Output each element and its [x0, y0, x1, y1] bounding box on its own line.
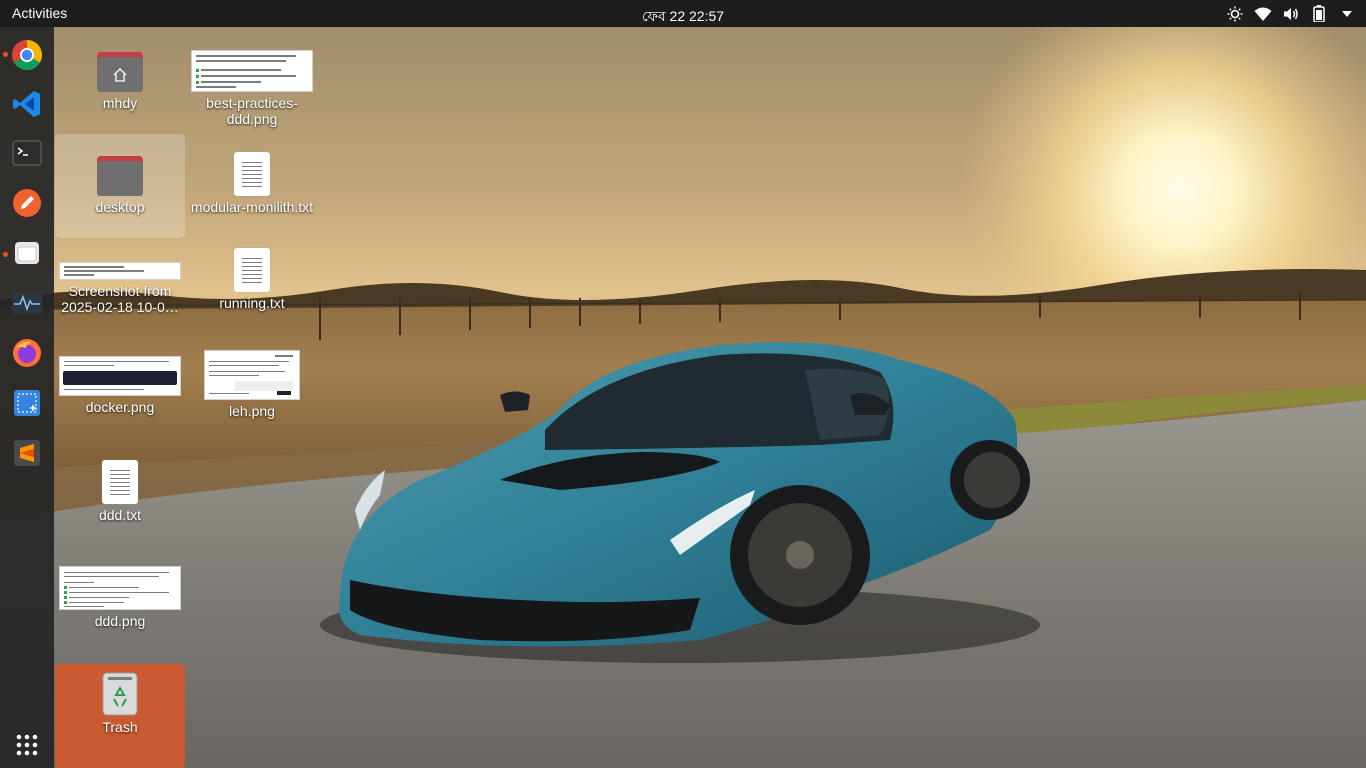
desktop-icon-label: modular-monilith.txt [190, 199, 314, 215]
desktop-icon-label: Trash [102, 719, 138, 735]
image-thumbnail [204, 350, 300, 400]
activities-button[interactable]: Activities [12, 5, 67, 21]
brightness-icon[interactable] [1226, 5, 1244, 23]
clock-label[interactable]: ফেব 22 22:57 [642, 8, 724, 24]
text-file-icon [102, 460, 138, 504]
text-file-icon [234, 248, 270, 292]
desktop-icon-screenshot-image[interactable]: Screenshot from 2025-02-18 10-0… [55, 240, 185, 344]
image-thumbnail [59, 356, 181, 396]
dock-item-terminal[interactable] [9, 135, 45, 171]
top-bar: Activities ফেব 22 22:57 [0, 0, 1366, 27]
desktop-icon-label: Screenshot from 2025-02-18 10-0… [61, 283, 179, 315]
wifi-icon[interactable] [1254, 5, 1272, 23]
desktop-icon-label: leh.png [229, 403, 275, 419]
system-menu-arrow-icon[interactable] [1338, 5, 1356, 23]
running-indicator [3, 52, 8, 57]
trash-icon [102, 672, 138, 716]
folder-icon [97, 156, 143, 196]
desktop-icon-label: best-practices-ddd.png [206, 95, 298, 127]
desktop-icon-label: running.txt [219, 295, 285, 311]
dock-item-files[interactable] [9, 235, 45, 271]
desktop-icon-ddd-txt[interactable]: ddd.txt [55, 452, 185, 556]
apps-grid-icon [16, 734, 38, 756]
desktop-icon-desktop-folder[interactable]: desktop [55, 134, 185, 238]
home-folder-icon [97, 52, 143, 92]
dock [0, 27, 54, 768]
desktop-icon-docker-image[interactable]: docker.png [55, 346, 185, 450]
running-indicator [3, 252, 8, 257]
dock-item-pen[interactable] [9, 185, 45, 221]
vscode-icon [13, 91, 40, 117]
system-tray[interactable] [1226, 3, 1356, 24]
desktop-icon-best-practices-image[interactable]: best-practices-ddd.png [187, 30, 317, 134]
image-thumbnail [59, 566, 181, 610]
dock-item-system-monitor[interactable] [9, 285, 45, 321]
image-thumbnail [191, 50, 313, 92]
desktop-icon-label: docker.png [85, 399, 155, 415]
volume-icon[interactable] [1282, 5, 1300, 23]
chrome-icon [11, 39, 43, 71]
text-file-icon [234, 152, 270, 196]
system-monitor-icon [12, 292, 42, 314]
image-thumbnail [59, 262, 181, 280]
terminal-icon [12, 140, 42, 166]
show-apps-button[interactable] [15, 733, 39, 757]
desktop-icon-running-txt[interactable]: running.txt [187, 240, 317, 344]
desktop-icon-home-folder[interactable]: mhdy [55, 30, 185, 134]
desktop-icon-modular-monilith-txt[interactable]: modular-monilith.txt [187, 134, 317, 238]
desktop-icon-label: mhdy [102, 95, 138, 111]
firefox-icon [13, 339, 41, 367]
desktop-icon-label: ddd.png [94, 613, 146, 629]
battery-icon[interactable] [1310, 5, 1328, 23]
dock-item-sublime[interactable] [9, 435, 45, 471]
clock: ফেব 22 22:57 [0, 5, 1366, 29]
desktop-icon-ddd-image[interactable]: ddd.png [55, 558, 185, 662]
desktop-icon-label: ddd.txt [98, 507, 142, 523]
sublime-icon [14, 440, 40, 466]
files-icon [15, 242, 39, 264]
dock-item-screenshot[interactable] [9, 385, 45, 421]
dock-item-chrome[interactable] [9, 37, 45, 73]
desktop-icon-leh-image[interactable]: leh.png [187, 346, 317, 450]
screenshot-icon [14, 390, 40, 416]
dock-item-vscode[interactable] [9, 86, 45, 122]
dock-item-firefox[interactable] [9, 335, 45, 371]
pen-icon [13, 189, 41, 217]
desktop-icon-label: desktop [95, 199, 145, 215]
desktop-icon-trash[interactable]: Trash [55, 664, 185, 768]
